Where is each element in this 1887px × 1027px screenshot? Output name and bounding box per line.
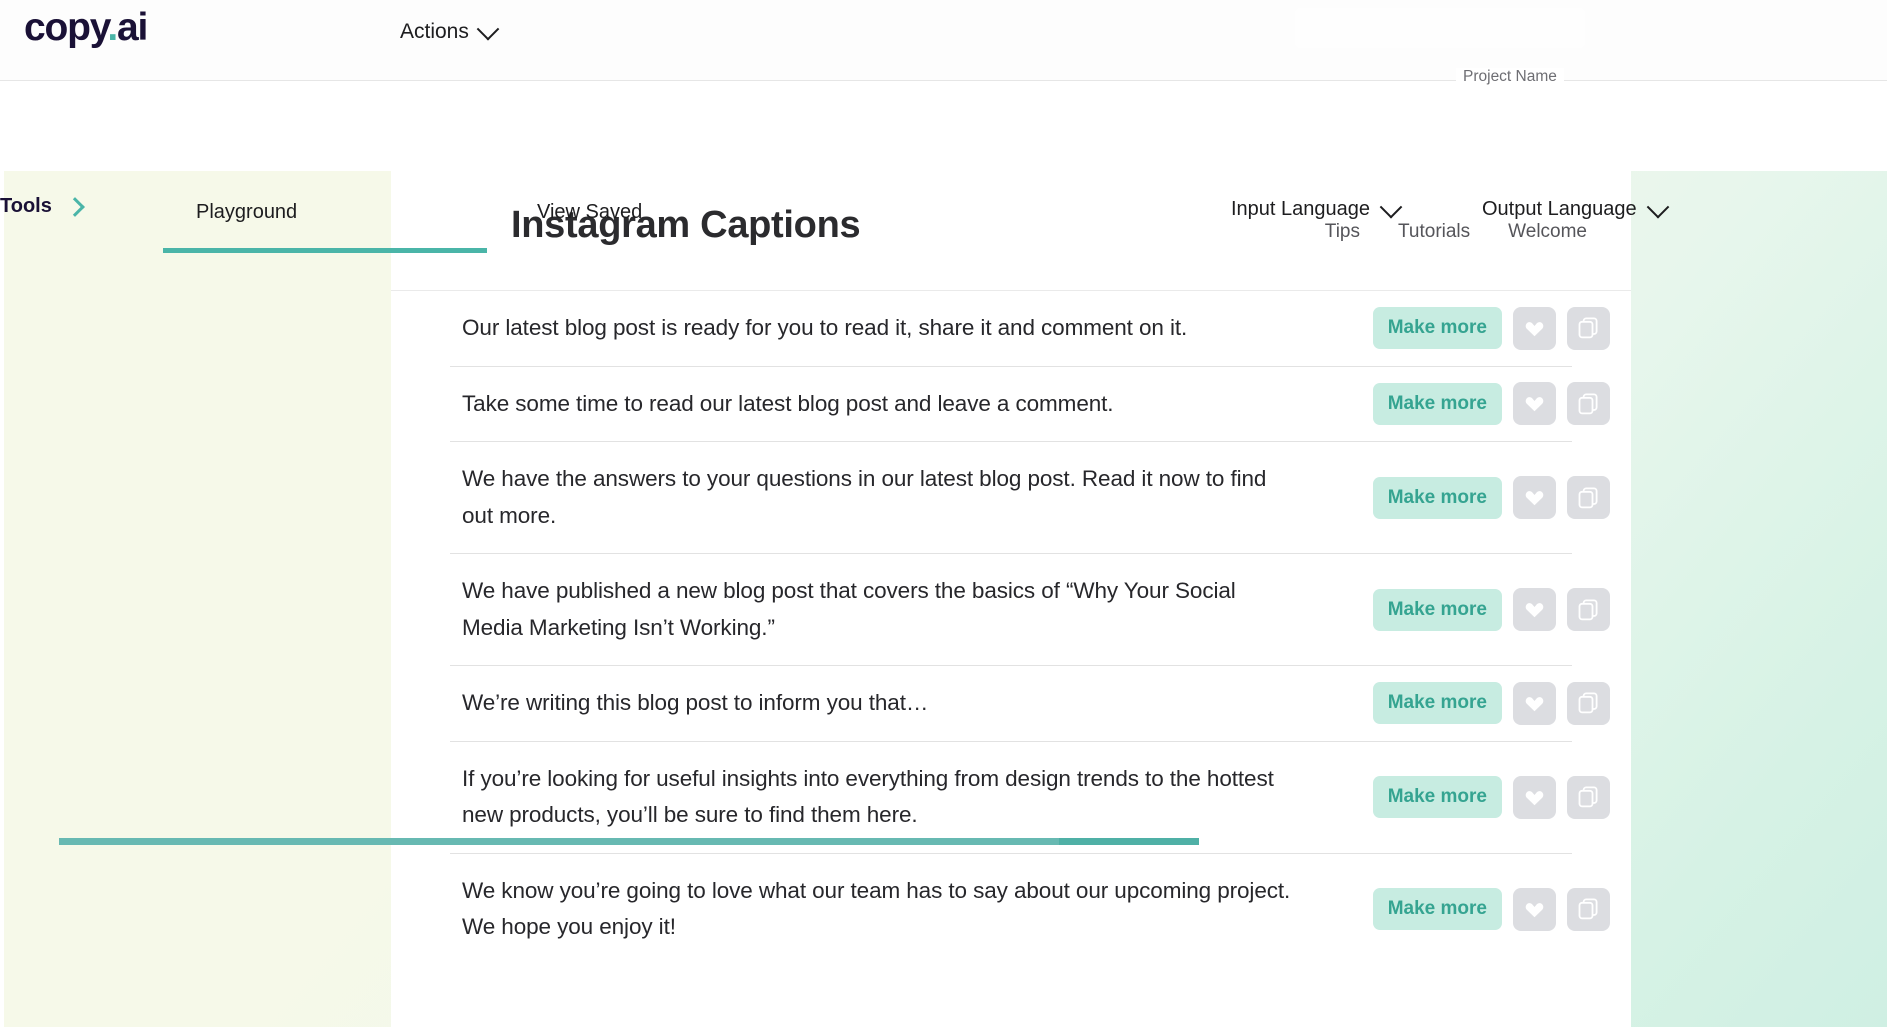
copy-button[interactable] (1567, 382, 1610, 426)
result-row: Our latest blog post is ready for you to… (450, 291, 1610, 367)
result-row: We know you’re going to love what our te… (450, 854, 1610, 965)
result-row-actions: Make more (1372, 681, 1610, 725)
copy-button[interactable] (1567, 775, 1610, 819)
result-row: We have the answers to your questions in… (450, 442, 1610, 554)
result-text: Our latest blog post is ready for you to… (462, 315, 1188, 340)
result-text: Take some time to read our latest blog p… (462, 390, 1114, 416)
heart-icon (1525, 601, 1544, 618)
favorite-button[interactable] (1513, 887, 1556, 931)
favorite-button[interactable] (1513, 382, 1556, 426)
logo-text-copy: copy (24, 6, 109, 49)
tab-view-saved[interactable]: View Saved (537, 201, 642, 248)
favorite-button[interactable] (1513, 775, 1556, 819)
input-language-label: Input Language (1231, 198, 1371, 220)
result-row: We’re writing this blog post to inform y… (450, 666, 1610, 742)
copy-button[interactable] (1567, 681, 1610, 725)
copy-button[interactable] (1567, 306, 1610, 350)
result-text: We have published a new blog post that c… (462, 578, 1236, 640)
make-more-button[interactable]: Make more (1372, 307, 1502, 350)
heart-icon (1525, 489, 1544, 506)
make-more-button[interactable]: Make more (1372, 476, 1502, 519)
results-list: Our latest blog post is ready for you to… (391, 291, 1631, 965)
result-row-actions: Make more (1372, 775, 1610, 819)
result-text: We have the answers to your questions in… (462, 466, 1267, 528)
copy-icon (1578, 486, 1599, 509)
result-row: Take some time to read our latest blog p… (450, 367, 1610, 442)
chevron-down-icon (1379, 195, 1403, 218)
actions-label: Actions (400, 20, 469, 43)
copy-icon (1578, 898, 1599, 920)
navigation-bar: Tools Playground View Saved Input Langua… (0, 81, 1887, 253)
bottom-progress-bar-segment (1059, 838, 1199, 845)
make-more-button[interactable]: Make more (1372, 682, 1502, 725)
make-more-button[interactable]: Make more (1372, 776, 1502, 818)
link-tips[interactable]: Tips (1325, 221, 1360, 243)
favorite-button[interactable] (1513, 476, 1556, 519)
top-bar: copy.ai Actions (0, 0, 1887, 81)
topbar-placeholder-block (1295, 8, 1585, 48)
copy-icon (1578, 786, 1599, 808)
tab-playground[interactable]: Playground (196, 201, 297, 248)
copy-icon (1578, 317, 1599, 339)
result-text: We’re writing this blog post to inform y… (462, 690, 929, 715)
chevron-right-icon (64, 196, 85, 217)
card-help-links: Tips Tutorials Welcome (1325, 221, 1587, 243)
active-tab-indicator (163, 248, 487, 253)
make-more-button[interactable]: Make more (1372, 382, 1502, 425)
copy-icon (1578, 393, 1599, 415)
result-row: We have published a new blog post that c… (450, 554, 1610, 666)
result-row-actions: Make more (1372, 887, 1610, 931)
result-row-actions: Make more (1372, 476, 1610, 519)
result-row-actions: Make more (1372, 382, 1610, 426)
favorite-button[interactable] (1513, 306, 1556, 350)
output-language-label: Output Language (1482, 198, 1637, 220)
result-row: If you’re looking for useful insights in… (450, 742, 1610, 854)
logo-dot: . (107, 6, 118, 49)
result-row-actions: Make more (1372, 306, 1610, 350)
make-more-button[interactable]: Make more (1372, 588, 1502, 631)
link-tutorials[interactable]: Tutorials (1398, 221, 1470, 243)
app-logo[interactable]: copy.ai (24, 6, 148, 50)
heart-icon (1525, 320, 1544, 337)
result-row-actions: Make more (1372, 588, 1610, 631)
heart-icon (1525, 789, 1544, 806)
result-text: We know you’re going to love what our te… (462, 877, 1291, 940)
copy-icon (1578, 598, 1599, 621)
tools-label: Tools (0, 195, 52, 217)
copy-icon (1578, 692, 1599, 714)
heart-icon (1525, 695, 1544, 712)
copy-button[interactable] (1567, 588, 1610, 631)
copy-button[interactable] (1567, 476, 1610, 519)
link-welcome[interactable]: Welcome (1508, 221, 1587, 243)
output-language-dropdown[interactable]: Output Language (1482, 195, 1669, 221)
chevron-down-icon (1646, 195, 1669, 218)
page-background-left-strip (0, 171, 4, 1027)
result-text: If you’re looking for useful insights in… (462, 765, 1274, 828)
copy-button[interactable] (1567, 887, 1610, 931)
heart-icon (1525, 395, 1544, 412)
bottom-progress-bar (59, 838, 1199, 845)
tools-nav-link[interactable]: Tools (0, 195, 85, 218)
input-language-dropdown[interactable]: Input Language (1231, 195, 1403, 221)
results-card: Instagram Captions Tips Tutorials Welcom… (391, 171, 1631, 1027)
heart-icon (1525, 901, 1544, 918)
chevron-down-icon (476, 17, 500, 41)
actions-dropdown[interactable]: Actions (400, 17, 500, 44)
favorite-button[interactable] (1513, 588, 1556, 631)
project-name-label: Project Name (1456, 68, 1564, 86)
make-more-button[interactable]: Make more (1372, 888, 1502, 930)
favorite-button[interactable] (1513, 681, 1556, 725)
logo-text-ai: ai (116, 6, 148, 49)
